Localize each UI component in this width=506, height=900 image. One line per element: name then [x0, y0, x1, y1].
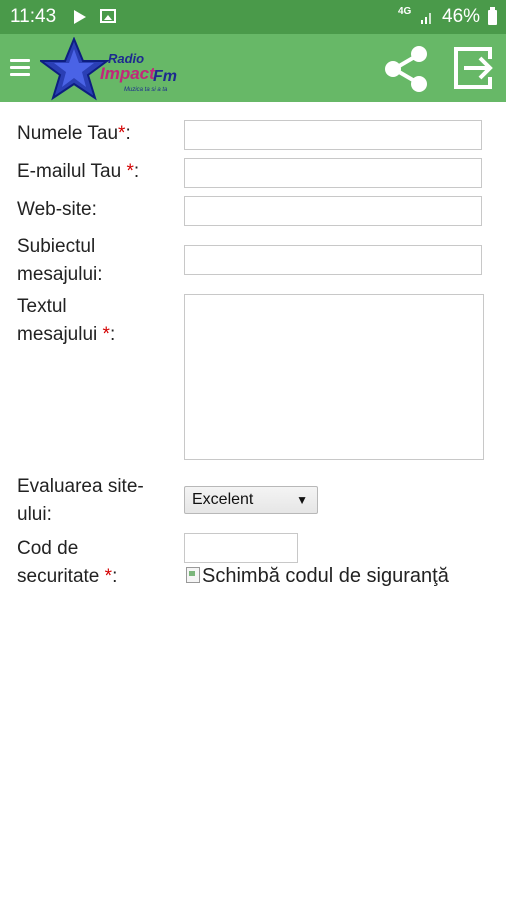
- share-icon[interactable]: [380, 43, 432, 95]
- svg-text:Fm: Fm: [153, 68, 177, 85]
- rating-selected-value: Excelent: [192, 491, 254, 508]
- battery-percent: 46%: [442, 6, 481, 27]
- rating-label-line1: Evaluarea site-: [17, 476, 144, 497]
- rating-label: Evaluarea site- ului:: [17, 473, 144, 529]
- svg-text:Impact: Impact: [100, 64, 156, 83]
- message-label-line2-text: mesajului: [17, 324, 103, 345]
- radio-impact-fm-logo: Radio Impact Fm Muzica ta si a ta: [40, 37, 177, 101]
- rating-select[interactable]: Excelent ▼: [184, 486, 318, 514]
- website-label: Web-site:: [17, 199, 97, 220]
- colon: :: [112, 566, 118, 587]
- captcha-label: Cod de securitate *:: [17, 535, 117, 591]
- captcha-label-line2-text: securitate: [17, 566, 105, 587]
- captcha-image-alt-text: Schimbă codul de siguranţă: [202, 565, 449, 587]
- email-field[interactable]: [184, 158, 482, 188]
- menu-icon[interactable]: [10, 56, 30, 80]
- colon: :: [125, 123, 131, 144]
- rating-label-line2: ului:: [17, 504, 52, 525]
- exit-icon[interactable]: [450, 45, 496, 91]
- message-label: Textul mesajului *:: [17, 293, 115, 349]
- battery-icon: [488, 7, 497, 25]
- subject-label: Subiectul mesajului:: [17, 233, 103, 289]
- name-field[interactable]: [184, 120, 482, 150]
- required-mark: *: [126, 161, 134, 182]
- status-time: 11:43: [10, 6, 57, 27]
- colon: :: [109, 324, 116, 345]
- subject-label-line2: mesajului:: [17, 264, 103, 285]
- network-type-label: 4G: [398, 6, 412, 17]
- message-label-line2: mesajului *:: [17, 321, 115, 349]
- status-bar: 11:43 4G 46%: [0, 0, 506, 34]
- broken-image-icon: [186, 567, 200, 583]
- captcha-label-line2: securitate *:: [17, 563, 117, 591]
- image-notification-icon: [100, 9, 116, 23]
- required-mark: *: [104, 566, 113, 587]
- message-textarea[interactable]: [184, 294, 484, 460]
- captcha-field[interactable]: [184, 533, 298, 563]
- required-mark: *: [102, 324, 110, 345]
- captcha-label-line1: Cod de: [17, 538, 79, 559]
- subject-label-line1: Subiectul: [17, 236, 96, 257]
- email-label: E-mailul Tau *:: [17, 158, 139, 186]
- dropdown-arrow-icon: ▼: [296, 493, 308, 507]
- svg-text:Muzica ta si a ta: Muzica ta si a ta: [124, 87, 168, 93]
- name-label-text: Numele Tau: [17, 123, 119, 144]
- message-label-line1: Textul: [17, 296, 67, 317]
- email-label-text: E-mailul Tau: [17, 161, 127, 182]
- network-type: 4G: [398, 6, 412, 17]
- website-field[interactable]: [184, 196, 482, 226]
- play-icon: [74, 10, 86, 24]
- signal-icon: [421, 13, 431, 24]
- captcha-image[interactable]: Schimbă codul de siguranţă: [186, 565, 449, 588]
- name-label: Numele Tau*:: [17, 120, 131, 148]
- colon: :: [133, 161, 140, 182]
- subject-field[interactable]: [184, 245, 482, 275]
